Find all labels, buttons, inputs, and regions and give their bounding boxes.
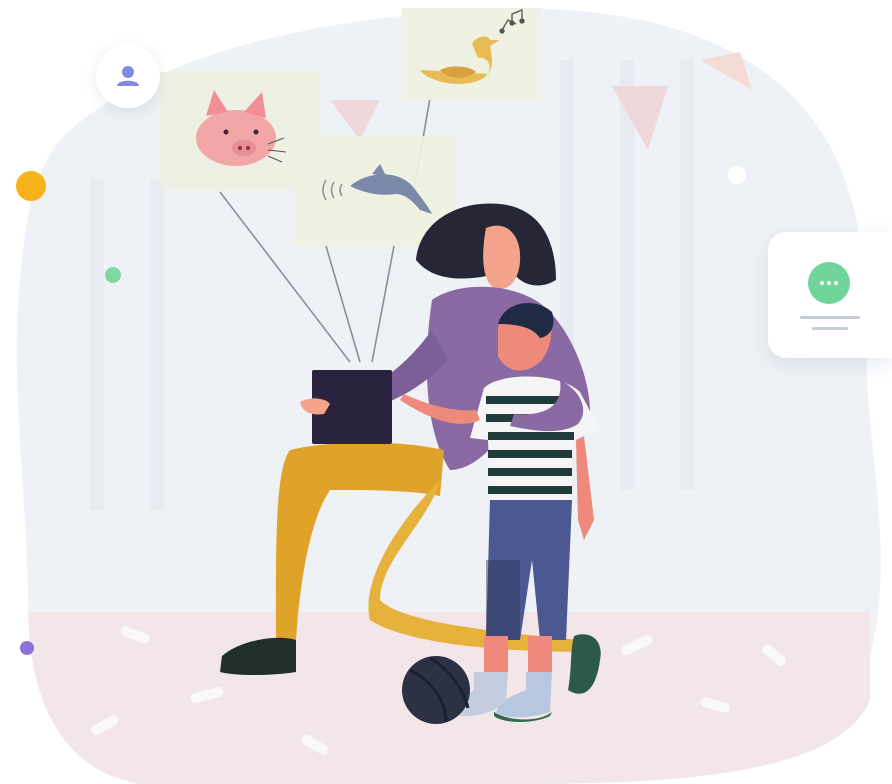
decor-dot-orange xyxy=(16,171,46,201)
chat-bubble-icon xyxy=(808,262,850,304)
avatar-bubble xyxy=(96,44,160,108)
chat-card xyxy=(768,232,892,358)
user-icon xyxy=(117,66,139,86)
duck-card xyxy=(402,8,542,100)
tablet-device xyxy=(300,370,392,444)
illustration-scene xyxy=(16,8,881,784)
decor-dot-green xyxy=(105,267,121,283)
decor-dot-white xyxy=(728,166,746,184)
chat-line-long xyxy=(800,316,860,319)
ball xyxy=(402,656,470,724)
decor-dot-purple xyxy=(20,641,34,655)
chat-line-short xyxy=(812,327,848,330)
